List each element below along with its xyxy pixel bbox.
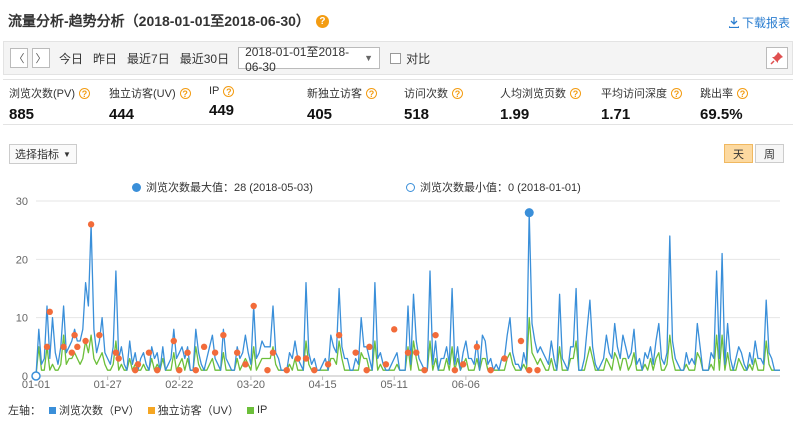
uv-point bbox=[43, 343, 51, 351]
uv-point bbox=[459, 361, 467, 368]
uv-point bbox=[311, 366, 318, 374]
uv-point bbox=[526, 366, 533, 374]
y-tick-label: 30 bbox=[16, 196, 28, 208]
uv-point bbox=[192, 366, 200, 374]
uv-point bbox=[211, 349, 219, 356]
max-point bbox=[524, 208, 534, 218]
legend-ip[interactable]: IP bbox=[257, 404, 267, 416]
uv-point bbox=[413, 349, 420, 356]
x-tick-label: 04-15 bbox=[309, 379, 337, 391]
uv-point bbox=[46, 308, 53, 316]
x-tick-label: 03-20 bbox=[237, 379, 265, 391]
chart-legend: 左轴： 浏览次数（PV） 独立访客（UV） IP bbox=[8, 402, 267, 418]
uv-point bbox=[170, 337, 177, 345]
uv-point bbox=[451, 366, 459, 374]
uv-point bbox=[68, 349, 76, 356]
uv-point bbox=[534, 366, 541, 374]
uv-point bbox=[233, 349, 241, 356]
axis-label: 左轴： bbox=[8, 405, 41, 417]
uv-point bbox=[335, 331, 343, 339]
uv-point bbox=[473, 343, 481, 351]
uv-point bbox=[382, 361, 390, 368]
uv-point bbox=[421, 366, 428, 374]
pv-swatch bbox=[49, 406, 56, 414]
uv-point bbox=[96, 331, 103, 339]
uv-point bbox=[115, 355, 122, 362]
x-tick-label: 01-01 bbox=[22, 379, 50, 391]
uv-point bbox=[87, 221, 95, 228]
x-tick-label: 02-22 bbox=[165, 379, 193, 391]
uv-point bbox=[60, 343, 67, 351]
min-point bbox=[31, 371, 41, 381]
uv-point bbox=[132, 366, 139, 374]
x-tick-label: 05-11 bbox=[381, 379, 408, 391]
uv-point bbox=[269, 349, 277, 356]
uv-point bbox=[176, 366, 183, 374]
uv-point bbox=[294, 355, 301, 362]
uv-point bbox=[366, 343, 373, 351]
uv-point bbox=[184, 349, 191, 356]
uv-point bbox=[324, 361, 332, 368]
uv-swatch bbox=[147, 406, 155, 414]
y-tick-label: 10 bbox=[16, 313, 28, 325]
uv-point bbox=[82, 337, 89, 345]
uv-point bbox=[200, 343, 208, 351]
y-tick-label: 20 bbox=[16, 254, 28, 266]
uv-point bbox=[74, 343, 81, 351]
uv-point bbox=[264, 366, 271, 374]
uv-point bbox=[352, 349, 359, 356]
uv-point bbox=[242, 361, 249, 368]
uv-point bbox=[432, 331, 439, 339]
uv-point bbox=[487, 366, 494, 374]
uv-point bbox=[154, 366, 161, 374]
uv-point bbox=[112, 349, 120, 356]
uv-point bbox=[404, 349, 412, 356]
uv-point bbox=[145, 349, 153, 356]
legend-pv[interactable]: 浏览次数（PV） bbox=[59, 402, 140, 418]
uv-point bbox=[501, 355, 508, 362]
legend-uv[interactable]: 独立访客（UV） bbox=[158, 402, 239, 418]
ip-swatch bbox=[246, 406, 254, 414]
uv-point bbox=[517, 337, 525, 345]
uv-point bbox=[250, 302, 257, 310]
uv-point bbox=[391, 326, 398, 333]
x-tick-label: 01-27 bbox=[94, 379, 122, 391]
uv-point bbox=[220, 331, 227, 339]
uv-point bbox=[134, 361, 142, 368]
trend-chart: 010203001-01 01-27 02-22 03-20 04-15 05-11 06-… bbox=[16, 196, 780, 391]
uv-point bbox=[363, 366, 370, 374]
x-tick-label: 06-06 bbox=[452, 379, 480, 391]
uv-point bbox=[302, 355, 310, 362]
uv-point bbox=[283, 366, 290, 374]
uv-point bbox=[71, 331, 78, 339]
